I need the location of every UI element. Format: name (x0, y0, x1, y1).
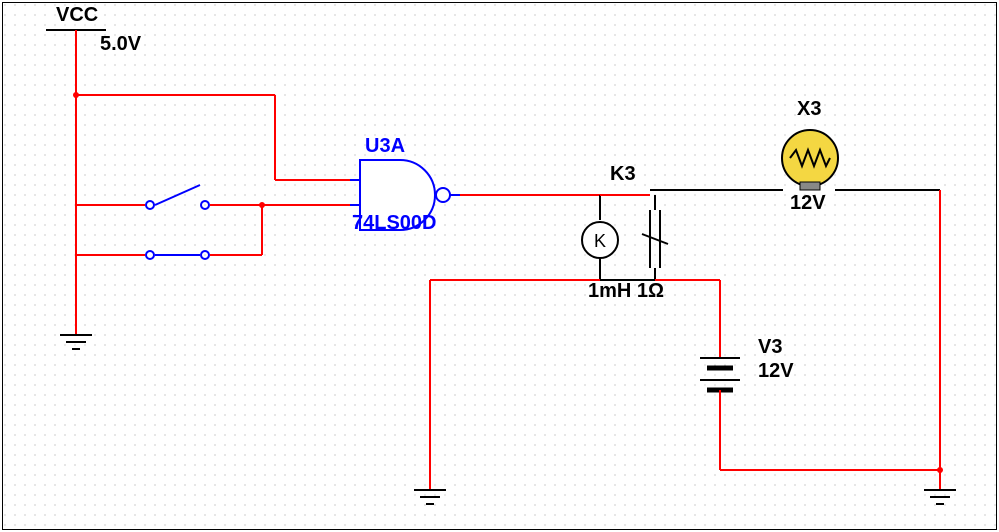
relay-refdes: K3 (610, 163, 636, 186)
switch1-blade (155, 185, 200, 205)
vcc-value: 5.0V (100, 33, 141, 56)
relay-contact (642, 210, 668, 268)
relay-coil: K (582, 222, 618, 258)
switch2-terminal-left (146, 251, 154, 259)
ground-relay (414, 490, 446, 504)
schematic-drawing: K (0, 0, 999, 532)
source-value: 12V (758, 360, 794, 383)
ground-right (924, 490, 956, 504)
battery-v3 (700, 358, 740, 390)
switch1-terminal-left (146, 201, 154, 209)
switch2-terminal-right (201, 251, 209, 259)
lamp-value: 12V (790, 192, 826, 215)
gate-refdes: U3A (365, 135, 405, 158)
relay-value: 1mH 1Ω (588, 280, 664, 303)
source-refdes: V3 (758, 336, 782, 359)
svg-text:K: K (594, 231, 606, 251)
vcc-name: VCC (56, 4, 98, 27)
gate-part: 74LS00D (352, 212, 437, 235)
switch1-terminal-right (201, 201, 209, 209)
lamp-refdes: X3 (797, 98, 821, 121)
ground-left (60, 335, 92, 349)
lamp-x3 (782, 130, 838, 190)
